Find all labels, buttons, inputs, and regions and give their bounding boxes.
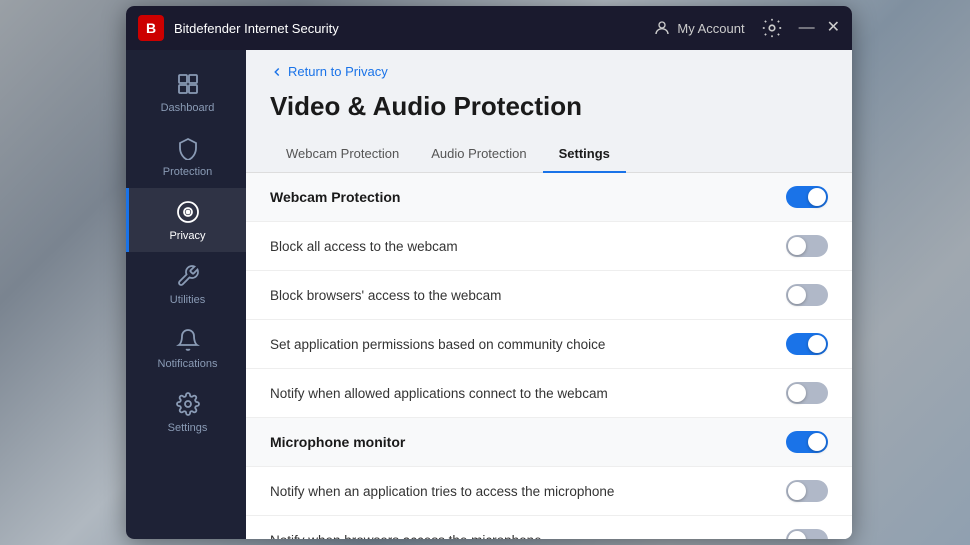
- account-label: My Account: [677, 21, 744, 36]
- notify-webcam-row: Notify when allowed applications connect…: [246, 369, 852, 418]
- sidebar-item-dashboard[interactable]: Dashboard: [126, 60, 246, 124]
- account-button[interactable]: My Account: [653, 19, 744, 37]
- dashboard-icon: [174, 70, 202, 98]
- sidebar-item-protection-label: Protection: [163, 166, 213, 178]
- microphone-monitor-toggle[interactable]: [786, 431, 828, 453]
- block-all-webcam-row: Block all access to the webcam: [246, 222, 852, 271]
- block-browsers-webcam-toggle[interactable]: [786, 284, 828, 306]
- webcam-protection-label: Webcam Protection: [270, 189, 400, 205]
- notify-browser-mic-row: Notify when browsers access the micropho…: [246, 516, 852, 539]
- utilities-icon: [174, 262, 202, 290]
- community-choice-toggle[interactable]: [786, 333, 828, 355]
- community-choice-label: Set application permissions based on com…: [270, 337, 605, 352]
- minimize-button[interactable]: —: [799, 20, 815, 36]
- microphone-monitor-label: Microphone monitor: [270, 434, 405, 450]
- notifications-icon: [174, 326, 202, 354]
- sidebar-item-privacy-label: Privacy: [169, 230, 205, 242]
- block-all-webcam-toggle[interactable]: [786, 235, 828, 257]
- block-all-webcam-label: Block all access to the webcam: [270, 239, 458, 254]
- app-logo: B: [138, 15, 164, 41]
- notify-webcam-label: Notify when allowed applications connect…: [270, 386, 608, 401]
- back-link-text: Return to Privacy: [288, 64, 388, 79]
- back-link[interactable]: Return to Privacy: [246, 50, 852, 87]
- tabs-bar: Webcam Protection Audio Protection Setti…: [246, 138, 852, 173]
- sidebar-item-utilities-label: Utilities: [170, 294, 205, 306]
- tab-audio-protection[interactable]: Audio Protection: [415, 138, 542, 173]
- chevron-left-icon: [270, 65, 284, 79]
- close-button[interactable]: ✕: [827, 20, 840, 36]
- tab-webcam-protection[interactable]: Webcam Protection: [270, 138, 415, 173]
- title-bar: B Bitdefender Internet Security My Accou…: [126, 6, 852, 50]
- sidebar-item-notifications[interactable]: Notifications: [126, 316, 246, 380]
- notify-app-mic-toggle[interactable]: [786, 480, 828, 502]
- tab-settings[interactable]: Settings: [543, 138, 626, 173]
- settings-list: Webcam Protection Block all access to th…: [246, 173, 852, 539]
- notify-app-mic-row: Notify when an application tries to acce…: [246, 467, 852, 516]
- window-body: Dashboard Protection: [126, 50, 852, 539]
- sidebar-item-protection[interactable]: Protection: [126, 124, 246, 188]
- notify-webcam-toggle[interactable]: [786, 382, 828, 404]
- block-browsers-webcam-row: Block browsers' access to the webcam: [246, 271, 852, 320]
- sidebar-item-dashboard-label: Dashboard: [161, 102, 215, 114]
- community-choice-row: Set application permissions based on com…: [246, 320, 852, 369]
- protection-icon: [174, 134, 202, 162]
- settings-icon: [174, 390, 202, 418]
- sidebar-item-utilities[interactable]: Utilities: [126, 252, 246, 316]
- sidebar: Dashboard Protection: [126, 50, 246, 539]
- notify-app-mic-label: Notify when an application tries to acce…: [270, 484, 614, 499]
- webcam-protection-section-header: Webcam Protection: [246, 173, 852, 222]
- notify-browser-mic-toggle[interactable]: [786, 529, 828, 539]
- privacy-icon: [174, 198, 202, 226]
- gear-icon[interactable]: [761, 17, 783, 39]
- notify-browser-mic-label: Notify when browsers access the micropho…: [270, 533, 542, 540]
- window-controls: — ✕: [799, 20, 840, 36]
- webcam-protection-toggle[interactable]: [786, 186, 828, 208]
- sidebar-item-settings-label: Settings: [168, 422, 208, 434]
- sidebar-item-privacy[interactable]: Privacy: [126, 188, 246, 252]
- page-title: Video & Audio Protection: [246, 87, 852, 138]
- sidebar-item-settings[interactable]: Settings: [126, 380, 246, 444]
- user-icon: [653, 19, 671, 37]
- main-window: B Bitdefender Internet Security My Accou…: [126, 6, 852, 539]
- main-content: Return to Privacy Video & Audio Protecti…: [246, 50, 852, 539]
- sidebar-item-notifications-label: Notifications: [158, 358, 218, 370]
- block-browsers-webcam-label: Block browsers' access to the webcam: [270, 288, 501, 303]
- app-name: Bitdefender Internet Security: [174, 21, 653, 36]
- microphone-monitor-section-header: Microphone monitor: [246, 418, 852, 467]
